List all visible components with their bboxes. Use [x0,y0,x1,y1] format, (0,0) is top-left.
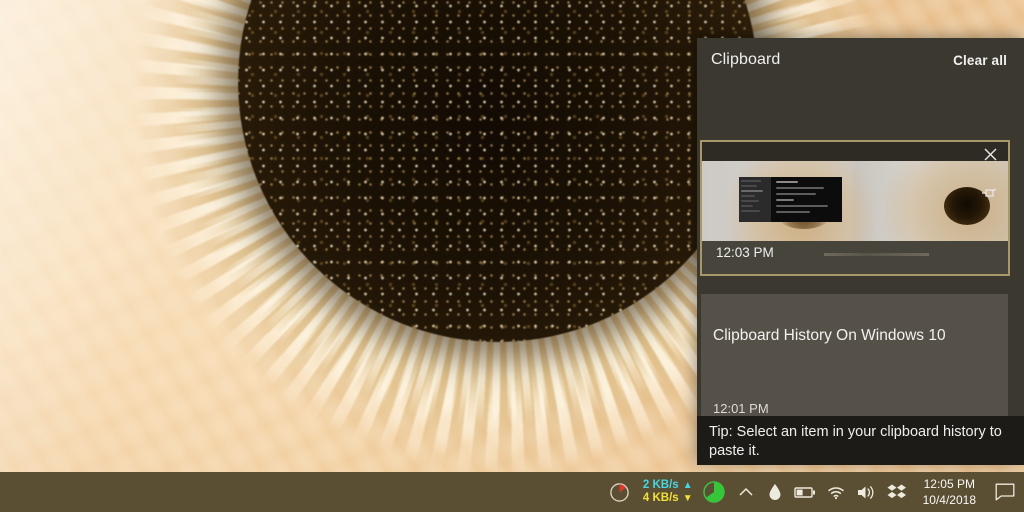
dropbox-icon[interactable] [881,472,913,512]
network-upload-row: 2 KB/s ▲ [643,479,693,492]
clipboard-item-text-content: Clipboard History On Windows 10 [713,327,946,344]
thumbnail-settings-window [739,177,842,222]
clipboard-item-text[interactable]: Clipboard History On Windows 10 12:01 PM [701,294,1008,428]
clipboard-image-thumbnail: 12:03 PM [702,142,1008,274]
thumbnail-top-bar [702,142,1008,161]
pin-icon[interactable] [980,184,1000,204]
close-icon[interactable] [979,146,1001,168]
clipboard-item-image[interactable]: 12:03 PM [700,140,1010,276]
clipboard-item-timestamp: 12:01 PM [713,401,769,416]
page-title: Clipboard [711,51,781,68]
taskbar-clock[interactable]: 12:05 PM 10/4/2018 [913,472,986,512]
disk-gauge-icon[interactable] [603,472,637,512]
upload-arrow-icon: ▲ [682,479,693,491]
chevron-up-icon[interactable] [731,472,761,512]
clipboard-item-list: 12:03 PM Clipboard History On Windows 10… [697,82,1024,465]
clock-time: 12:05 PM [923,477,975,491]
clipboard-header: Clipboard Clear all [697,38,1024,82]
network-download-value: 4 KB/s [642,492,679,504]
taskbar: 2 KB/s ▲ 4 KB/s ▼ 12:05 PM 10/4/2018 [0,472,1024,512]
clipboard-tip: Tip: Select an item in your clipboard hi… [697,416,1024,465]
system-tray: 2 KB/s ▲ 4 KB/s ▼ 12:05 PM 10/4/2018 [603,472,1024,512]
network-upload-value: 2 KB/s [642,479,679,491]
thumbnail-taskbar-hint [824,253,929,256]
download-arrow-icon: ▼ [682,492,693,504]
battery-icon[interactable] [789,472,821,512]
thumbnail-window-content [771,177,842,222]
action-center-icon[interactable] [986,472,1024,512]
volume-icon[interactable] [851,472,881,512]
clipboard-history-panel: Clipboard Clear all 12:03 PM Clipboard H… [697,38,1024,465]
desktop-screen: Clipboard Clear all 12:03 PM Clipboard H… [0,0,1024,512]
wifi-icon[interactable] [821,472,851,512]
network-speed-indicator[interactable]: 2 KB/s ▲ 4 KB/s ▼ [643,472,693,512]
clock-date: 10/4/2018 [922,493,976,507]
water-drop-icon[interactable] [761,472,789,512]
network-download-row: 4 KB/s ▼ [643,492,693,505]
cpu-gauge-icon[interactable] [697,472,731,512]
thumbnail-picture [702,161,1008,241]
thumbnail-window-sidebar [739,177,771,222]
clear-all-button[interactable]: Clear all [953,53,1007,68]
clipboard-item-timestamp: 12:03 PM [716,245,774,260]
